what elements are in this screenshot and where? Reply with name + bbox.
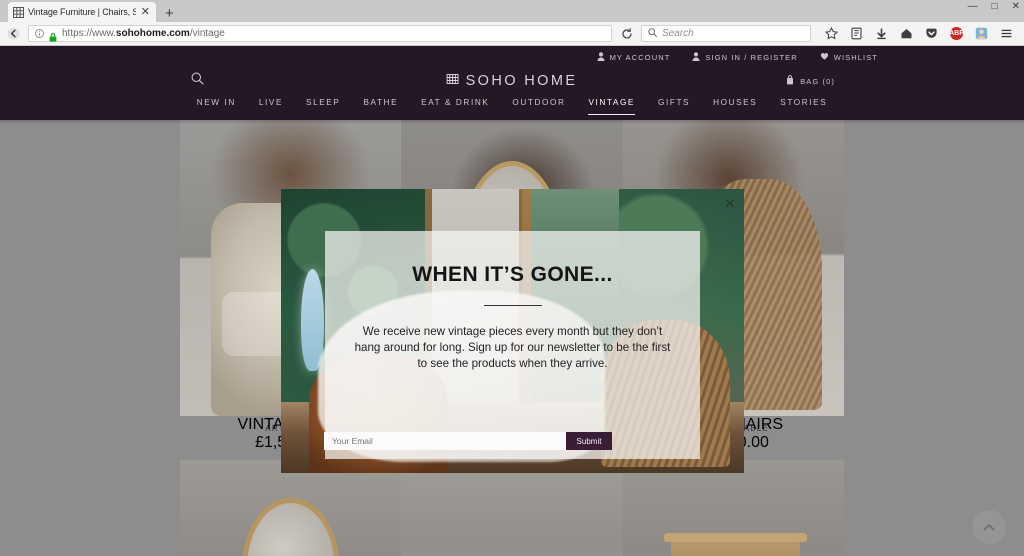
- adblock-badge: ABP: [949, 27, 964, 40]
- nav-item-bathe[interactable]: BATHE: [363, 98, 398, 115]
- browser-tool-icons: ABP: [818, 26, 1018, 41]
- utility-label: SIGN IN / REGISTER: [705, 52, 798, 62]
- nav-item-vintage[interactable]: VINTAGE: [588, 98, 635, 115]
- back-to-top-button[interactable]: [972, 510, 1006, 544]
- search-icon: [648, 27, 657, 40]
- nav-item-eat-and-drink[interactable]: EAT & DRINK: [421, 98, 489, 115]
- submit-button[interactable]: Submit: [566, 432, 612, 450]
- brand-name: SOHO HOME: [465, 73, 578, 89]
- product-image: [622, 460, 844, 556]
- adblock-icon[interactable]: ABP: [949, 26, 964, 41]
- nav-item-stories[interactable]: STORIES: [780, 98, 827, 115]
- url-bar[interactable]: https://www.sohohome.com/vintage: [28, 25, 612, 42]
- utility-item-sign-in-register[interactable]: SIGN IN / REGISTER: [692, 51, 798, 63]
- site-info-icon[interactable]: [35, 25, 44, 43]
- downloads-icon[interactable]: [874, 26, 889, 41]
- page-viewport: MY ACCOUNT SIGN IN / REGISTER WISHLIST S…: [0, 46, 1024, 556]
- chevron-up-icon: [983, 524, 995, 531]
- search-input[interactable]: Search: [662, 28, 694, 39]
- product-card[interactable]: [401, 460, 623, 556]
- decor-round-mirror: [241, 498, 340, 556]
- url-text: https://www.sohohome.com/vintage: [62, 28, 225, 39]
- site-logo[interactable]: SOHO HOME: [446, 73, 578, 89]
- padlock-icon: [49, 29, 57, 42]
- url-scheme: https://www.: [62, 28, 116, 39]
- product-card[interactable]: [622, 460, 844, 556]
- nav-item-houses[interactable]: HOUSES: [713, 98, 757, 115]
- url-domain: sohohome.com: [115, 28, 190, 39]
- library-icon[interactable]: [849, 26, 864, 41]
- browser-titlebar: Vintage Furniture | Chairs, S ✕ + — □ ✕: [0, 0, 1024, 22]
- modal-body-text: We receive new vintage pieces every mont…: [354, 325, 671, 370]
- heart-icon: [820, 52, 829, 62]
- person-icon: [596, 51, 605, 63]
- nav-item-outdoor[interactable]: OUTDOOR: [512, 98, 565, 115]
- nav-item-sleep[interactable]: SLEEP: [306, 98, 340, 115]
- nav-item-gifts[interactable]: GIFTS: [658, 98, 690, 115]
- window-maximize-button[interactable]: □: [992, 2, 998, 12]
- browser-window: Vintage Furniture | Chairs, S ✕ + — □ ✕ …: [0, 0, 1024, 556]
- tab-close-icon[interactable]: ✕: [140, 6, 151, 18]
- header-shadow: [0, 120, 1024, 124]
- reload-icon[interactable]: [619, 26, 634, 41]
- browser-tab[interactable]: Vintage Furniture | Chairs, S ✕: [8, 2, 156, 22]
- utility-label: WISHLIST: [833, 52, 878, 62]
- main-navigation: NEW IN LIVE SLEEP BATHE EAT & DRINK OUTD…: [0, 94, 1024, 120]
- modal-divider: [483, 305, 542, 306]
- modal-title: WHEN IT’S GONE...: [412, 263, 613, 286]
- search-bar[interactable]: Search: [641, 25, 811, 42]
- person-icon: [692, 51, 701, 63]
- newsletter-modal: ✕ WHEN IT’S GONE... We receive new vinta…: [281, 189, 744, 473]
- bag-icon: [786, 75, 794, 87]
- new-tab-button[interactable]: +: [165, 6, 174, 21]
- bag-button[interactable]: BAG (0): [786, 75, 835, 87]
- window-minimize-button[interactable]: —: [968, 2, 978, 12]
- tab-favicon-icon: [13, 6, 24, 18]
- modal-content-panel: WHEN IT’S GONE... We receive new vintage…: [325, 231, 700, 459]
- site-search-icon[interactable]: [191, 72, 204, 90]
- utility-label: MY ACCOUNT: [609, 52, 671, 62]
- pocket-icon[interactable]: [924, 26, 939, 41]
- back-icon[interactable]: [6, 26, 21, 41]
- product-grid-row-2: [0, 460, 1024, 556]
- decor-side-table: [663, 533, 808, 556]
- newsletter-form: Submit: [324, 432, 612, 450]
- product-card[interactable]: [180, 460, 402, 556]
- utility-bar: MY ACCOUNT SIGN IN / REGISTER WISHLIST: [0, 46, 1024, 68]
- nav-item-live[interactable]: LIVE: [259, 98, 283, 115]
- nav-item-new-in[interactable]: NEW IN: [197, 98, 236, 115]
- close-icon[interactable]: ✕: [723, 196, 737, 210]
- browser-toolbar: https://www.sohohome.com/vintage Search: [0, 22, 1024, 46]
- product-image: [401, 460, 623, 556]
- utility-item-wishlist[interactable]: WISHLIST: [820, 52, 878, 62]
- site-header: MY ACCOUNT SIGN IN / REGISTER WISHLIST S…: [0, 46, 1024, 120]
- home-icon[interactable]: [899, 26, 914, 41]
- utility-item-my-account[interactable]: MY ACCOUNT: [596, 51, 671, 63]
- email-field[interactable]: [324, 432, 566, 450]
- menu-icon[interactable]: [999, 26, 1014, 41]
- tab-title: Vintage Furniture | Chairs, S: [28, 7, 136, 17]
- url-path: /vintage: [189, 28, 225, 39]
- logo-row: SOHO HOME BAG (0): [0, 68, 1024, 94]
- logo-grid-icon: [446, 73, 459, 89]
- window-controls: — □ ✕: [968, 2, 1020, 12]
- bag-label: BAG (0): [800, 76, 835, 86]
- account-avatar-icon[interactable]: [974, 26, 989, 41]
- bookmark-star-icon[interactable]: [824, 26, 839, 41]
- window-close-button[interactable]: ✕: [1012, 2, 1020, 12]
- product-image: [180, 460, 402, 556]
